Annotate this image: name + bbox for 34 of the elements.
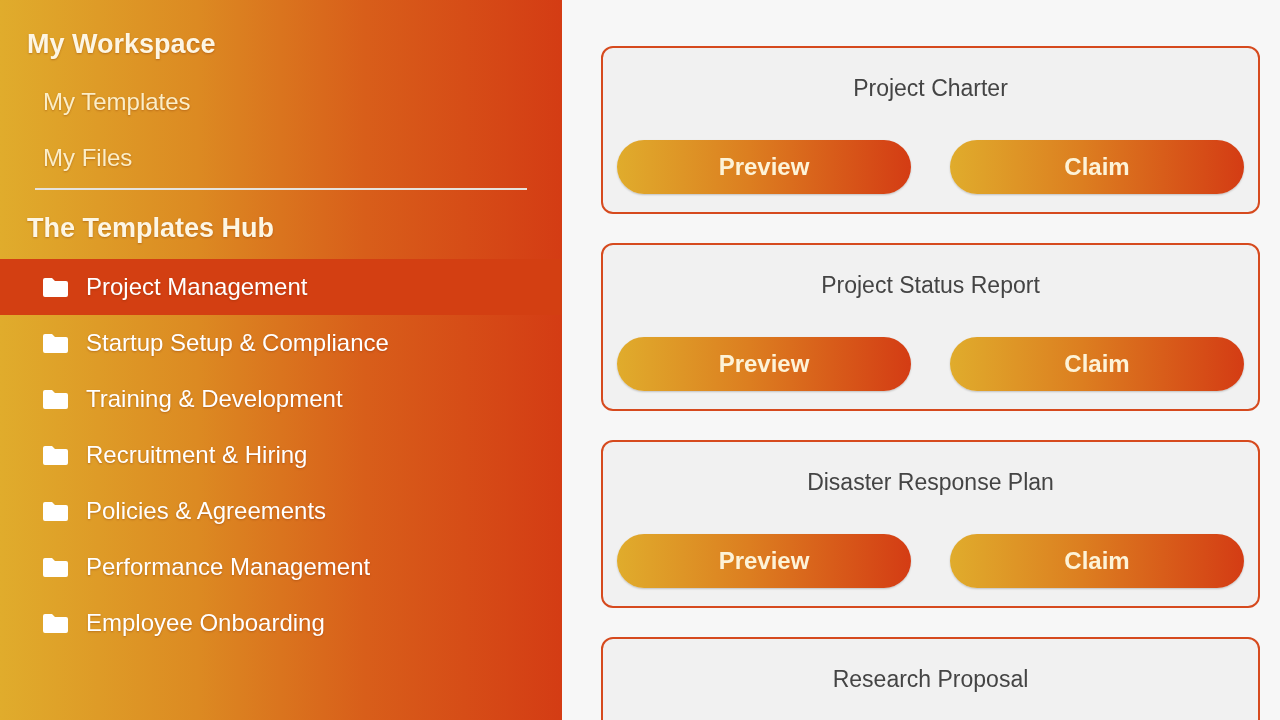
category-item[interactable]: Recruitment & Hiring (0, 427, 562, 483)
category-label: Employee Onboarding (86, 609, 325, 637)
preview-button[interactable]: Preview (617, 140, 911, 194)
template-title: Disaster Response Plan (807, 468, 1054, 497)
folder-icon (42, 388, 69, 410)
folder-icon (42, 612, 69, 634)
section-heading: The Templates Hub (26, 212, 275, 245)
folder-icon (42, 276, 69, 298)
claim-button[interactable]: Claim (950, 534, 1244, 588)
claim-button[interactable]: Claim (950, 337, 1244, 391)
category-label: Startup Setup & Compliance (86, 329, 389, 357)
category-item[interactable]: Employee Onboarding (0, 595, 562, 651)
category-label: Policies & Agreements (86, 497, 327, 525)
category-label: Project Management (86, 273, 308, 301)
template-title: Project Status Report (821, 271, 1040, 300)
template-title: Research Proposal (832, 665, 1029, 694)
preview-button[interactable]: Preview (617, 534, 911, 588)
sidebar-link[interactable]: My Files (43, 130, 133, 186)
category-item[interactable]: Policies & Agreements (0, 483, 562, 539)
template-title: Project Charter (853, 74, 1008, 103)
preview-button[interactable]: Preview (617, 337, 911, 391)
folder-icon (42, 556, 69, 578)
sidebar-link[interactable]: My Templates (43, 74, 191, 130)
folder-icon (42, 444, 69, 466)
folder-icon (42, 500, 69, 522)
category-item[interactable]: Performance Management (0, 539, 562, 595)
category-item[interactable]: Startup Setup & Compliance (0, 315, 562, 371)
category-label: Recruitment & Hiring (86, 441, 308, 469)
section-heading: My Workspace (26, 28, 216, 61)
claim-button[interactable]: Claim (950, 140, 1244, 194)
category-label: Performance Management (86, 553, 371, 581)
category-item[interactable]: Training & Development (0, 371, 562, 427)
category-label: Training & Development (86, 385, 343, 413)
folder-icon (42, 332, 69, 354)
